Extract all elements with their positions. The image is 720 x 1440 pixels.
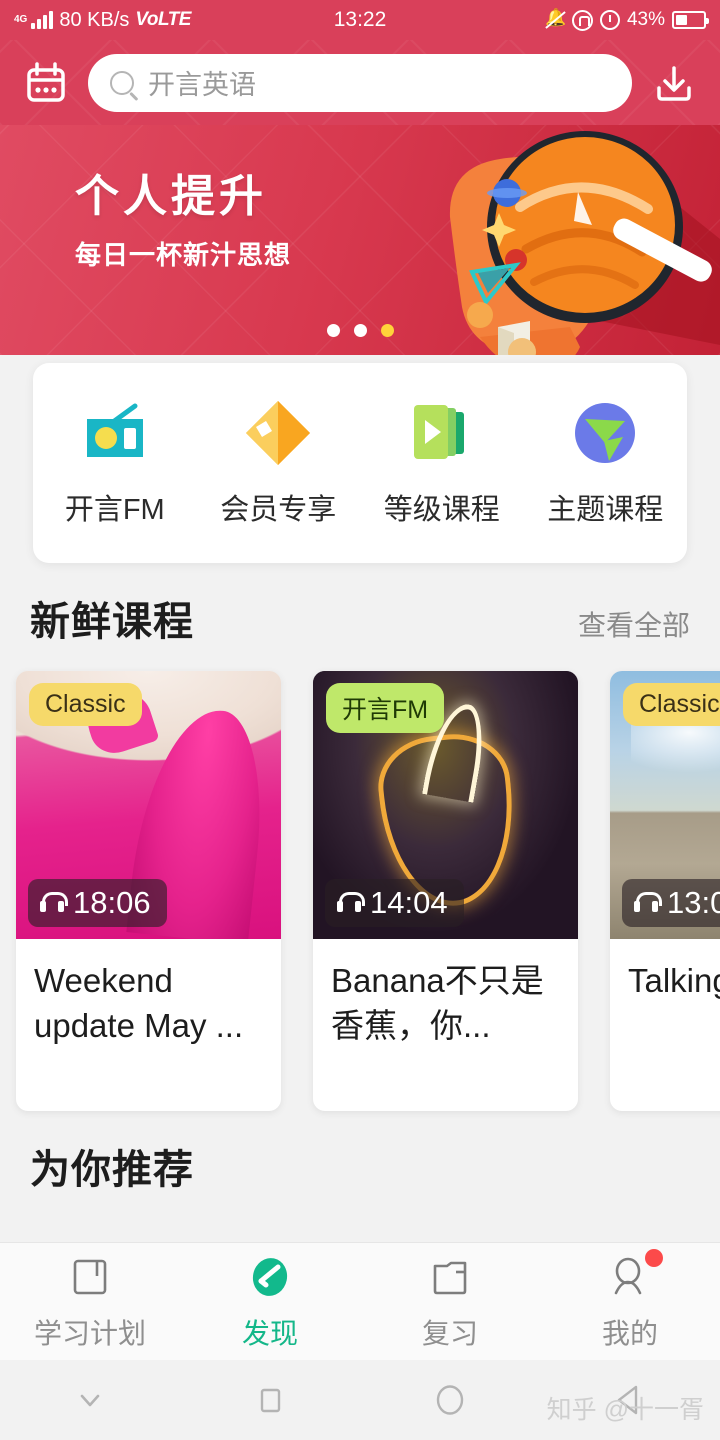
fresh-courses-list[interactable]: Classic 18:06 Weekend update May ... 开言F…	[0, 671, 720, 1111]
alarm-icon	[599, 10, 620, 30]
lock-rotate-icon	[571, 9, 593, 31]
search-placeholder: 开言英语	[148, 70, 256, 100]
fresh-courses-header: 新鲜课程 查看全部	[0, 589, 720, 647]
course-duration: 18:06	[28, 879, 167, 927]
recommend-title: 为你推荐	[30, 1148, 194, 1192]
fresh-courses-view-all[interactable]: 查看全部	[578, 604, 690, 644]
course-thumbnail: Classic 18:06	[16, 671, 281, 939]
banner-dot-indicators[interactable]	[0, 324, 720, 337]
orange-juice-glass-illustration	[449, 131, 720, 355]
recommend-header: 为你推荐	[0, 1137, 720, 1195]
course-badge: 开言FM	[326, 683, 445, 733]
app-header: 开言英语	[0, 40, 720, 125]
quick-nav-card: 开言FM 会员专享 等级课程 主题课程	[33, 363, 687, 563]
stacked-cards-play-icon	[404, 398, 480, 468]
course-duration-label: 18:06	[73, 885, 151, 920]
person-icon	[607, 1248, 663, 1302]
tab-label-discover: 发现	[241, 1317, 298, 1349]
watermark: 知乎 @十一胥	[546, 1396, 704, 1424]
diamond-icon	[240, 398, 316, 468]
promo-banner[interactable]: 个人提升 每日一杯新汁思想	[0, 125, 720, 355]
tab-review[interactable]: 复习	[360, 1252, 540, 1352]
fresh-courses-title: 新鲜课程	[30, 600, 194, 644]
course-title: Talking the we	[628, 962, 720, 999]
calendar-icon[interactable]	[20, 57, 72, 109]
tab-discover[interactable]: 发现	[180, 1252, 360, 1352]
course-card[interactable]: 开言FM 14:04 Banana不只是香蕉，你...	[313, 671, 578, 1111]
quicknav-item-fm[interactable]: 开言FM	[33, 398, 197, 528]
tab-label-mine: 我的	[601, 1317, 658, 1349]
search-input[interactable]: 开言英语	[88, 53, 632, 112]
headphones-icon	[634, 892, 662, 914]
headphones-icon	[40, 892, 68, 914]
search-icon	[110, 70, 134, 95]
quicknav-item-member[interactable]: 会员专享	[197, 398, 361, 528]
tab-mine[interactable]: 我的	[540, 1248, 720, 1352]
course-duration: 14:04	[325, 879, 464, 927]
course-card[interactable]: Classic 18:06 Weekend update May ...	[16, 671, 281, 1111]
course-title: Weekend update May ...	[34, 962, 244, 1044]
chevron-down-icon[interactable]	[0, 1380, 180, 1420]
banner-dot-2[interactable]	[353, 324, 367, 337]
course-card[interactable]: Classic 13:0 Talking the we	[610, 671, 720, 1111]
course-badge: Classic	[623, 683, 720, 726]
tab-study-plan[interactable]: 学习计划	[0, 1252, 180, 1352]
radio-icon	[77, 398, 153, 468]
quicknav-label-level: 等级课程	[383, 494, 500, 526]
download-icon[interactable]	[648, 57, 700, 109]
folder-icon	[427, 1252, 473, 1302]
course-thumbnail: 开言FM 14:04	[313, 671, 578, 939]
tab-label-review: 复习	[421, 1317, 478, 1349]
discover-check-icon	[247, 1252, 293, 1302]
banner-dot-1[interactable]	[326, 324, 340, 337]
battery-percent-label: 43%	[626, 9, 665, 30]
banner-title: 个人提升	[75, 172, 267, 221]
course-title: Banana不只是香蕉，你...	[331, 962, 544, 1044]
status-bar: 4G 80 KB/s VoLTE 13:22 43%	[0, 0, 720, 40]
battery-icon	[672, 11, 709, 29]
mute-icon	[545, 8, 566, 30]
headphones-icon	[337, 892, 365, 914]
notification-badge	[645, 1248, 663, 1267]
banner-text: 个人提升 每日一杯新汁思想	[75, 172, 292, 272]
course-duration-label: 13:0	[667, 885, 720, 920]
banner-subtitle: 每日一杯新汁思想	[75, 240, 292, 271]
quicknav-label-fm: 开言FM	[64, 494, 165, 526]
banner-dot-3[interactable]	[380, 324, 394, 337]
quicknav-item-level[interactable]: 等级课程	[360, 398, 524, 528]
course-duration-label: 14:04	[370, 885, 448, 920]
status-bar-right: 43%	[545, 8, 709, 31]
tab-label-study-plan: 学习计划	[33, 1317, 146, 1349]
course-thumbnail: Classic 13:0	[610, 671, 720, 939]
quicknav-item-theme[interactable]: 主题课程	[524, 398, 688, 528]
course-duration: 13:0	[622, 879, 720, 927]
course-badge: Classic	[29, 683, 142, 726]
bottom-tab-bar: 学习计划 发现 复习 我的	[0, 1242, 720, 1360]
quicknav-label-theme: 主题课程	[547, 494, 664, 526]
recents-square-icon[interactable]	[180, 1380, 360, 1420]
quicknav-label-member: 会员专享	[220, 494, 337, 526]
book-icon	[67, 1252, 113, 1302]
globe-icon	[567, 398, 643, 468]
home-circle-icon[interactable]	[360, 1378, 540, 1422]
app-screen: 4G 80 KB/s VoLTE 13:22 43% 开言英语	[0, 0, 720, 1440]
